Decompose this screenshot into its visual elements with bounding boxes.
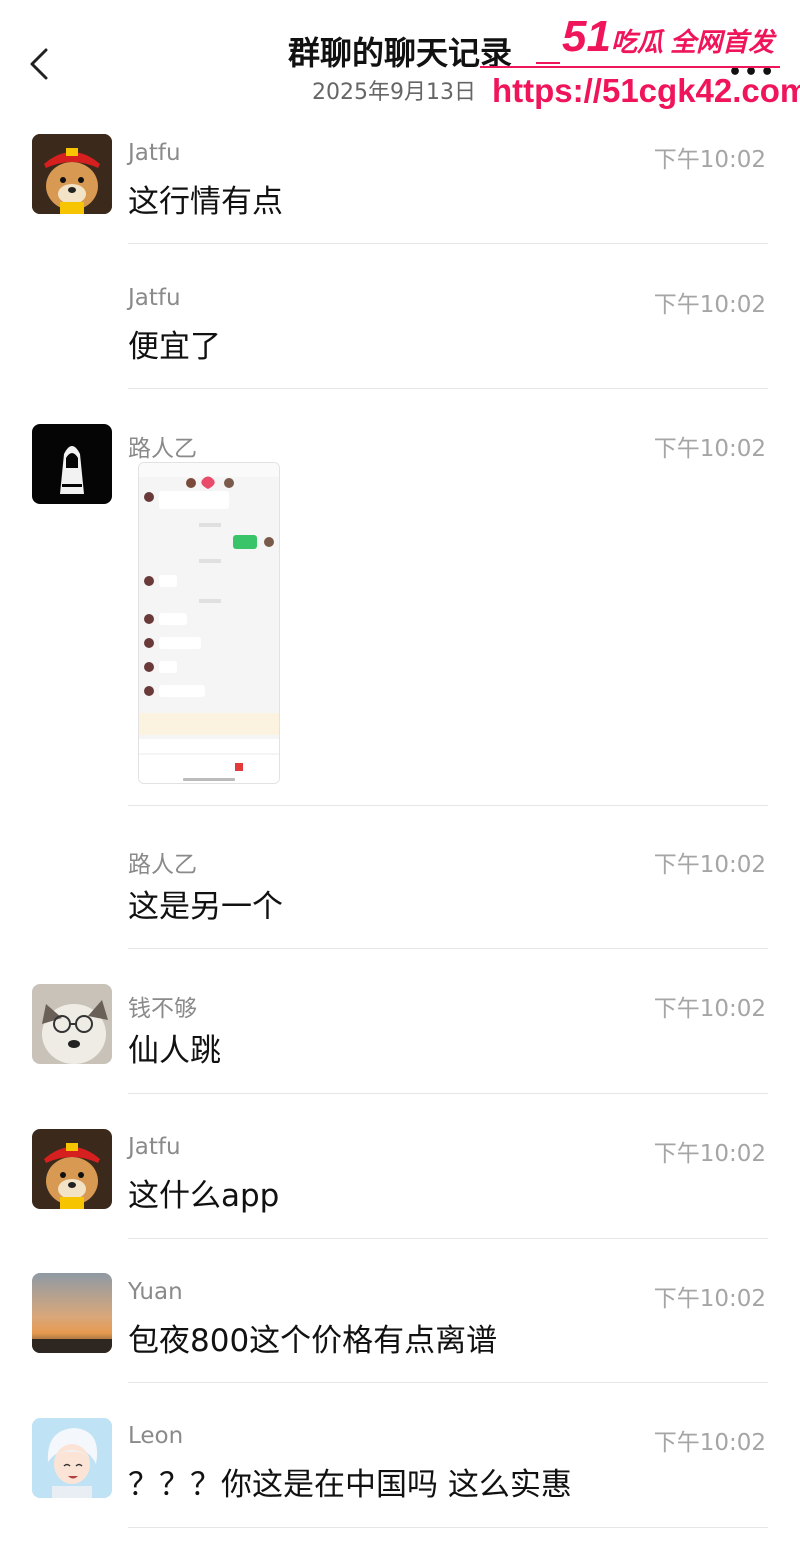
message-time: 下午10:02: [653, 1430, 766, 1456]
anime-boy-avatar[interactable]: [32, 1418, 112, 1498]
message-text: 这是另一个: [128, 889, 283, 925]
shiba-dog-avatar[interactable]: [32, 134, 112, 214]
watermark-line: [480, 66, 780, 68]
shiba-dog-avatar[interactable]: [32, 1129, 112, 1209]
watermark-line: [536, 62, 560, 64]
sunset-sky-avatar[interactable]: [32, 1273, 112, 1353]
sender-name: Leon: [128, 1423, 184, 1449]
message-time: 下午10:02: [653, 996, 766, 1022]
divider: [128, 1382, 768, 1383]
sender-name: Jatfu: [128, 285, 181, 311]
sender-name: Yuan: [128, 1279, 183, 1305]
message-text: 这什么app: [128, 1178, 280, 1214]
page-date: 2025年9月13日: [312, 80, 476, 105]
divider: [128, 1238, 768, 1239]
message-text: 仙人跳: [128, 1033, 221, 1069]
message-time: 下午10:02: [653, 292, 766, 318]
divider: [128, 805, 768, 806]
divider: [128, 948, 768, 949]
message-text: 便宜了: [128, 329, 221, 365]
divider: [128, 243, 768, 244]
divider: [128, 388, 768, 389]
sender-name: Jatfu: [128, 140, 181, 166]
watermark-logo: 51吃瓜 全网首发: [562, 12, 775, 61]
message-time: 下午10:02: [653, 852, 766, 878]
message-time: 下午10:02: [653, 436, 766, 462]
husky-glasses-avatar[interactable]: [32, 984, 112, 1064]
sender-name: 钱不够: [128, 996, 197, 1022]
message-text: ？？？你这是在中国吗 这么实惠: [128, 1467, 572, 1503]
sender-name: 路人乙: [128, 852, 197, 878]
sender-name: 路人乙: [128, 436, 197, 462]
header: 群聊的聊天记录 2025年9月13日 ••• 51吃瓜 全网首发 https:/…: [0, 0, 800, 118]
divider: [128, 1093, 768, 1094]
dark-hooded-figure-avatar[interactable]: [32, 424, 112, 504]
message-text: 这行情有点: [128, 184, 283, 220]
message-text: 包夜800这个价格有点离谱: [128, 1323, 498, 1359]
watermark: 51吃瓜 全网首发 https://51cgk42.com: [476, 10, 800, 118]
message-time: 下午10:02: [653, 1286, 766, 1312]
sender-name: Jatfu: [128, 1134, 181, 1160]
message-time: 下午10:02: [653, 1141, 766, 1167]
watermark-url: https://51cgk42.com: [492, 72, 800, 109]
message-time: 下午10:02: [653, 147, 766, 173]
chat-screenshot-image[interactable]: [138, 462, 280, 784]
divider: [128, 1527, 768, 1528]
